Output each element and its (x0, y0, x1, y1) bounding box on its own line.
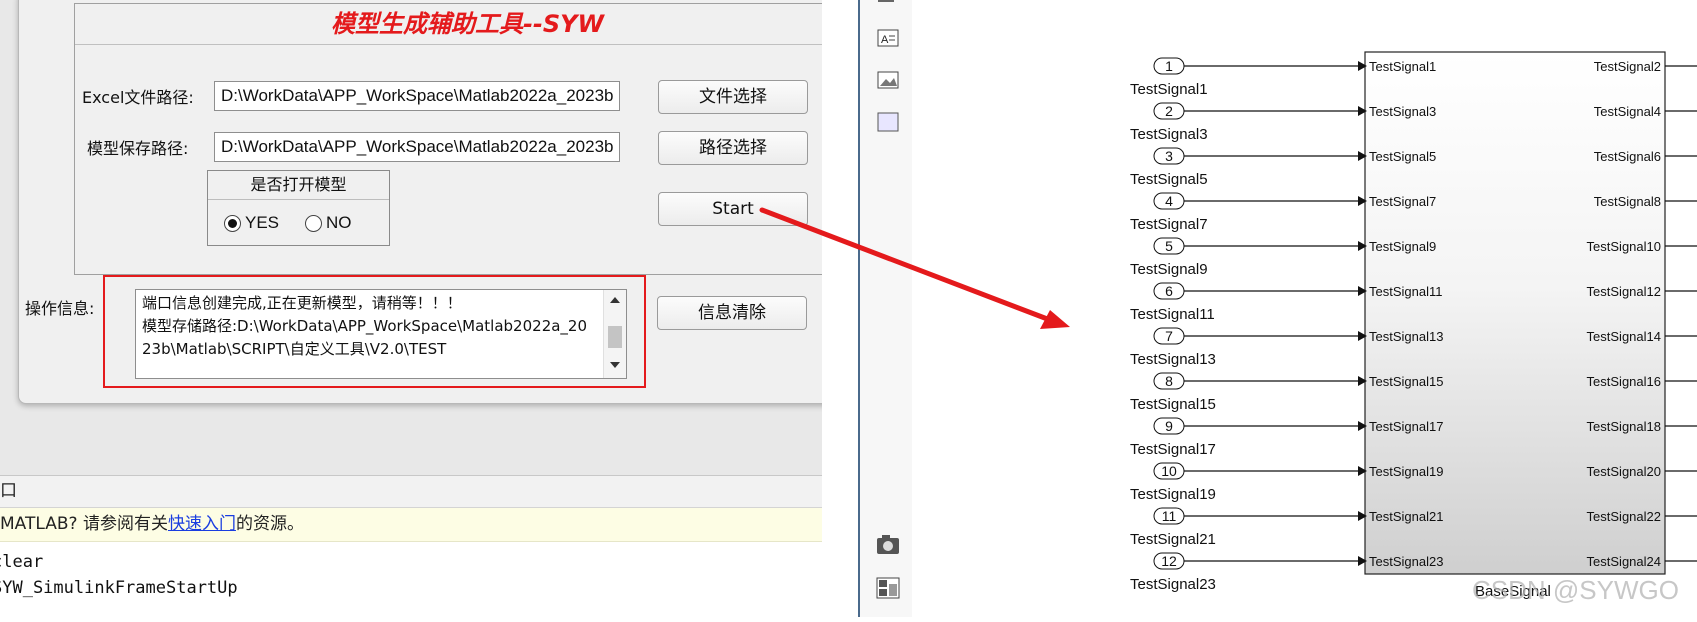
annotation-arrow-layer (759, 207, 1070, 329)
red-arrow-line (759, 207, 1053, 323)
